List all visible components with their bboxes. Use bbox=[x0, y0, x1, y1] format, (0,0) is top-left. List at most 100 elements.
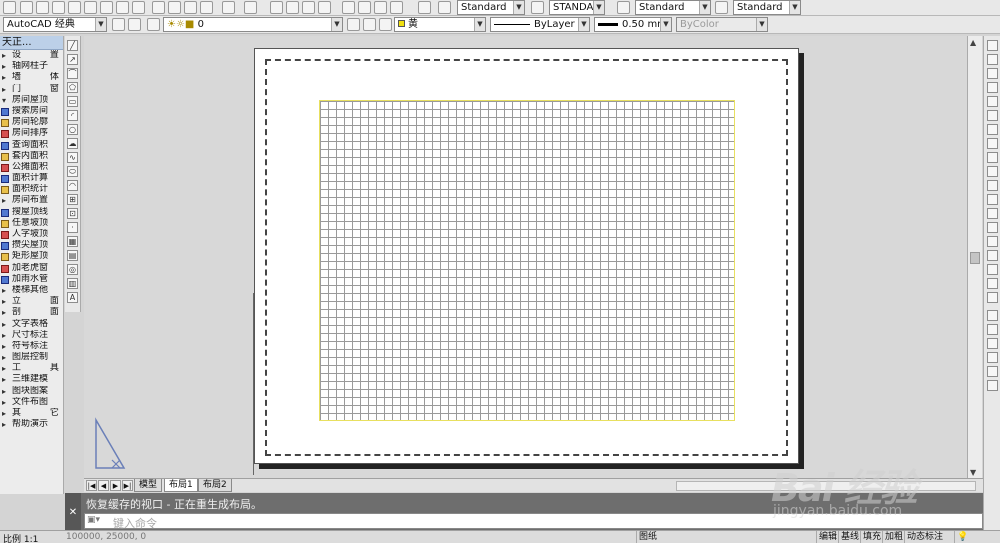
text-style-icon[interactable] bbox=[438, 1, 451, 14]
match-properties-icon[interactable] bbox=[200, 1, 213, 14]
design-center-icon[interactable] bbox=[358, 1, 371, 14]
panel-item[interactable]: 图块图案 bbox=[0, 386, 63, 397]
print-icon[interactable] bbox=[84, 1, 97, 14]
prev-tab-icon[interactable]: ◀ bbox=[98, 480, 109, 491]
panel-item[interactable]: 搜索房间 bbox=[0, 106, 63, 117]
plot-preview-icon[interactable] bbox=[100, 1, 113, 14]
cut-icon[interactable] bbox=[152, 1, 165, 14]
panel-item[interactable]: 三维建模 bbox=[0, 374, 63, 385]
next-tab-icon[interactable]: ▶ bbox=[110, 480, 121, 491]
break-icon[interactable] bbox=[987, 208, 998, 219]
dim-style-icon[interactable] bbox=[531, 1, 544, 14]
panel-item[interactable]: 搜屋顶线 bbox=[0, 207, 63, 218]
viewport-icon[interactable] bbox=[987, 324, 998, 335]
copy-icon[interactable] bbox=[168, 1, 181, 14]
panel-item[interactable]: 房间屋顶 bbox=[0, 95, 63, 106]
panel-item[interactable]: 加老虎窗 bbox=[0, 263, 63, 274]
layer-select[interactable]: ☀☼■ 0 ▼ bbox=[163, 17, 343, 32]
panel-item[interactable]: 加雨水管 bbox=[0, 274, 63, 285]
panel-item[interactable]: 帮助演示 bbox=[0, 419, 63, 430]
layer-properties-icon[interactable] bbox=[147, 18, 160, 31]
panel-item[interactable]: 套内面积 bbox=[0, 151, 63, 162]
panel-item[interactable]: 设 置 bbox=[0, 50, 63, 61]
panel-item[interactable]: 任意坡顶 bbox=[0, 218, 63, 229]
help-icon[interactable] bbox=[418, 1, 431, 14]
point-icon[interactable]: · bbox=[67, 222, 78, 233]
panel-item[interactable]: 矩形屋顶 bbox=[0, 251, 63, 262]
table-style-select[interactable]: Standard ▼ bbox=[635, 0, 711, 15]
qnew-icon[interactable] bbox=[36, 1, 49, 14]
panel-item[interactable]: 门 窗 bbox=[0, 84, 63, 95]
panel-item[interactable]: 房间轮廓 bbox=[0, 117, 63, 128]
hatch-icon[interactable]: ▦ bbox=[67, 236, 78, 247]
panel-item[interactable]: 墙 体 bbox=[0, 72, 63, 83]
status-btn-dynamic-dim[interactable]: 动态标注 bbox=[904, 531, 945, 543]
status-btn-fill[interactable]: 填充 bbox=[860, 531, 883, 543]
panel-item[interactable]: 尺寸标注 bbox=[0, 330, 63, 341]
array-icon[interactable] bbox=[987, 96, 998, 107]
panel-item[interactable]: 面积统计 bbox=[0, 184, 63, 195]
panel-item[interactable]: 公摊面积 bbox=[0, 162, 63, 173]
panel-item[interactable]: 立 面 bbox=[0, 296, 63, 307]
layer-tool-4-icon[interactable] bbox=[987, 380, 998, 391]
trim-icon[interactable] bbox=[987, 166, 998, 177]
panel-item[interactable]: 人字坡顶 bbox=[0, 229, 63, 240]
zoom-realtime-icon[interactable] bbox=[286, 1, 299, 14]
save-icon[interactable] bbox=[68, 1, 81, 14]
command-input[interactable]: ▣▾ 键入命令 bbox=[84, 513, 983, 530]
move-icon[interactable] bbox=[987, 110, 998, 121]
lightbulb-icon[interactable]: 💡 bbox=[954, 531, 970, 543]
layer-tool-3-icon[interactable] bbox=[987, 366, 998, 377]
dim-style-select[interactable]: STANDARD ▼ bbox=[549, 0, 605, 15]
blend-icon[interactable] bbox=[987, 264, 998, 275]
layer-walk-icon[interactable] bbox=[379, 18, 392, 31]
scroll-up-icon[interactable]: ▲ bbox=[970, 38, 976, 47]
panel-item[interactable]: 其 它 bbox=[0, 408, 63, 419]
last-tab-icon[interactable]: ▶| bbox=[122, 480, 133, 491]
panel-item[interactable]: 符号标注 bbox=[0, 341, 63, 352]
zoom-window-icon[interactable] bbox=[302, 1, 315, 14]
layout-tool-icon[interactable] bbox=[987, 310, 998, 321]
paste-icon[interactable] bbox=[184, 1, 197, 14]
join-icon[interactable] bbox=[987, 222, 998, 233]
panel-item[interactable]: 图层控制 bbox=[0, 352, 63, 363]
arc-icon[interactable]: ◜ bbox=[67, 110, 78, 121]
ellipse-icon[interactable]: ⬭ bbox=[67, 166, 78, 177]
panel-item[interactable]: 攒尖屋顶 bbox=[0, 240, 63, 251]
construction-line-icon[interactable]: ↗ bbox=[67, 54, 78, 65]
stretch-icon[interactable] bbox=[987, 152, 998, 163]
app-menu-icon[interactable] bbox=[3, 1, 16, 14]
vertical-scrollbar[interactable]: ▲ ▼ bbox=[967, 36, 982, 478]
zoom-previous-icon[interactable] bbox=[318, 1, 331, 14]
make-current-layer-icon[interactable] bbox=[347, 18, 360, 31]
annotation-scale[interactable]: 比例 1:1 bbox=[3, 532, 38, 543]
horizontal-scrollbar[interactable] bbox=[676, 481, 976, 491]
first-tab-icon[interactable]: |◀ bbox=[86, 480, 97, 491]
line-icon[interactable]: ╱ bbox=[67, 40, 78, 51]
extend-icon[interactable] bbox=[987, 180, 998, 191]
circle-icon[interactable]: ○ bbox=[67, 124, 78, 135]
status-btn-edit[interactable]: 编辑 bbox=[816, 531, 839, 543]
layer-tool-2-icon[interactable] bbox=[987, 352, 998, 363]
revision-cloud-icon[interactable]: ☁ bbox=[67, 138, 78, 149]
explode-icon[interactable] bbox=[987, 278, 998, 289]
workspace-gear-icon[interactable] bbox=[128, 18, 141, 31]
panel-item[interactable]: 查询面积 bbox=[0, 140, 63, 151]
break-at-point-icon[interactable] bbox=[987, 194, 998, 205]
chamfer-icon[interactable] bbox=[987, 236, 998, 247]
scale-icon[interactable] bbox=[987, 138, 998, 149]
panel-item[interactable]: 楼梯其他 bbox=[0, 285, 63, 296]
panel-item[interactable]: 轴网柱子 bbox=[0, 61, 63, 72]
panel-item[interactable]: 工 具 bbox=[0, 363, 63, 374]
rectangle-icon[interactable]: ▭ bbox=[67, 96, 78, 107]
layout-viewport-grid[interactable] bbox=[319, 100, 735, 421]
tab-model[interactable]: 模型 bbox=[134, 479, 163, 492]
tab-layout2[interactable]: 布局2 bbox=[198, 479, 232, 492]
offset-icon[interactable] bbox=[987, 82, 998, 93]
make-block-icon[interactable]: ⊡ bbox=[67, 208, 78, 219]
spline-icon[interactable]: ∿ bbox=[67, 152, 78, 163]
redo-icon[interactable] bbox=[244, 1, 257, 14]
mirror-icon[interactable] bbox=[987, 68, 998, 79]
draw-order-icon[interactable] bbox=[987, 292, 998, 303]
properties-icon[interactable] bbox=[342, 1, 355, 14]
